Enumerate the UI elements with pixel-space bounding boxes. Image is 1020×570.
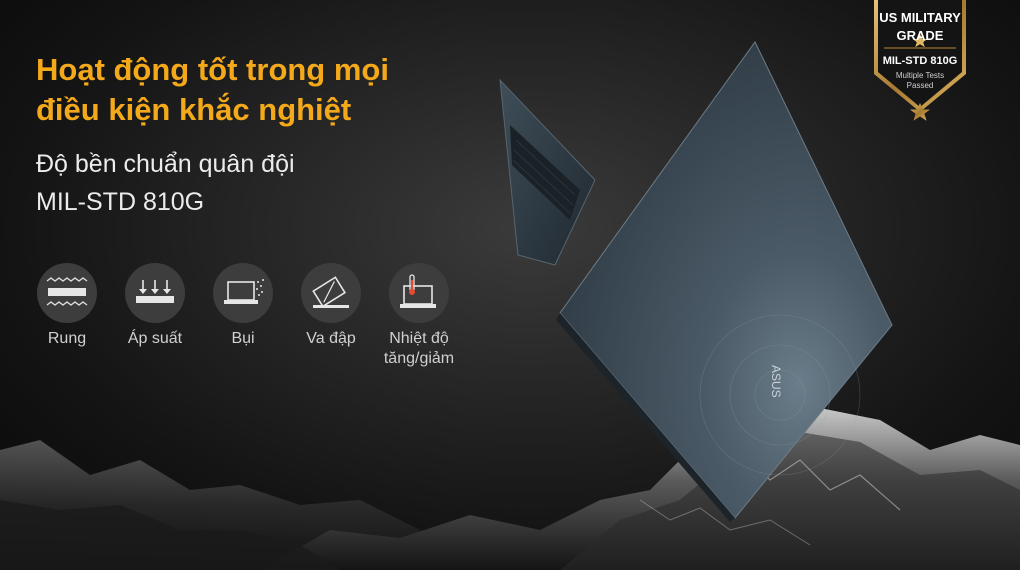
headline-line-2: điều kiện khắc nghiệt (36, 92, 352, 127)
product-banner: ASUS Hoạt động tốt trong mọi điều kiện k… (0, 0, 1020, 570)
military-grade-badge: US MILITARY GRADE MIL-STD 810G Multiple … (872, 0, 968, 127)
test-item-dust: Bụi (206, 263, 280, 349)
test-label: Va đập (306, 330, 356, 347)
test-label: Rung (47, 330, 87, 347)
test-item-temperature: Nhiệt độ tăng/giảm (382, 263, 456, 369)
laptop-logo: ASUS (769, 365, 783, 398)
pressure-icon (125, 263, 185, 323)
laptop-image: ASUS (499, 41, 893, 522)
badge-note-line-1: Multiple Tests (895, 71, 945, 80)
subheadline: Độ bền chuẩn quân đội MIL-STD 810G (36, 145, 295, 221)
test-label: Áp suất (127, 330, 183, 347)
badge-title-line-1: US MILITARY (879, 10, 961, 25)
dust-icon (213, 263, 273, 323)
badge-title-line-2: GRADE (896, 28, 944, 43)
test-label: Bụi (231, 330, 255, 347)
badge-note-line-2: Passed (906, 81, 934, 90)
badge-standard: MIL-STD 810G (882, 55, 958, 67)
headline: Hoạt động tốt trong mọi điều kiện khắc n… (36, 50, 506, 130)
test-item-pressure: Áp suất (118, 263, 192, 349)
temperature-icon (389, 263, 449, 323)
vibration-icon (37, 263, 97, 323)
test-item-impact: Va đập (294, 263, 368, 349)
subheadline-line-2: MIL-STD 810G (36, 188, 205, 216)
subheadline-line-1: Độ bền chuẩn quân đội (36, 150, 295, 178)
test-item-vibration: Rung (30, 263, 104, 349)
test-label: Nhiệt độ tăng/giảm (383, 330, 455, 367)
headline-line-1: Hoạt động tốt trong mọi (36, 52, 389, 87)
impact-icon (301, 263, 361, 323)
